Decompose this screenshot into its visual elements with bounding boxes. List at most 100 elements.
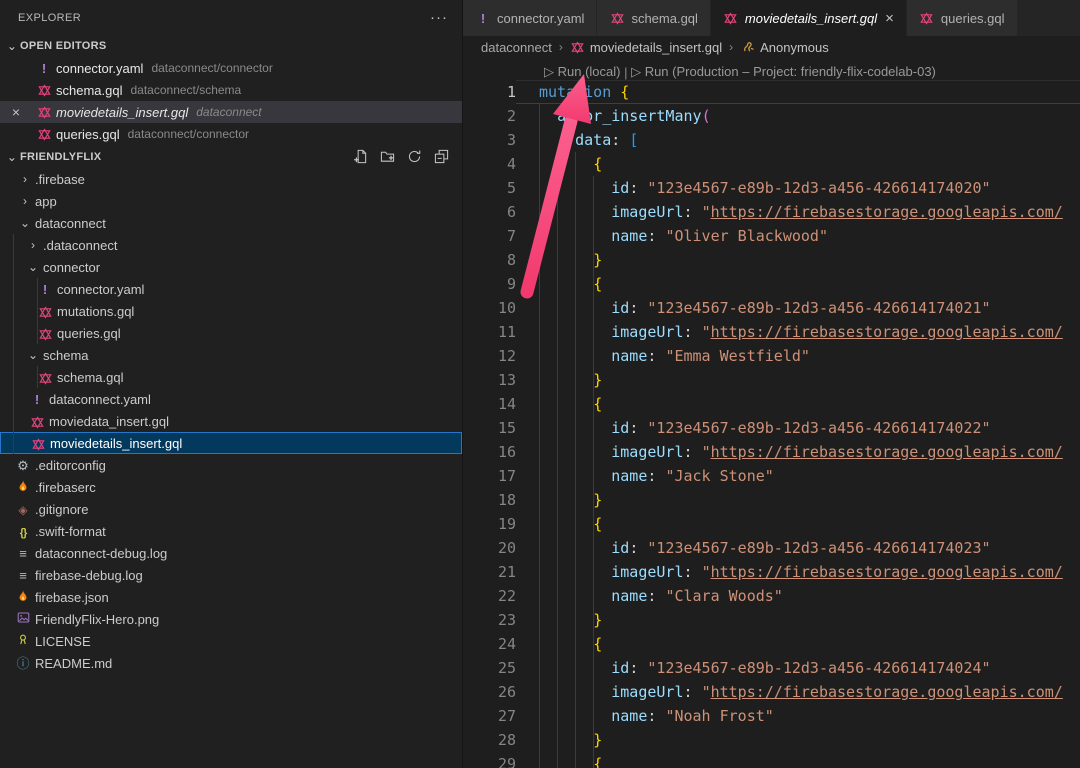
code-line[interactable]: 2 actor_insertMany(	[463, 104, 1080, 128]
run-local-link[interactable]: ▷ Run (local)	[544, 64, 620, 80]
url-link[interactable]: https://firebasestorage.googleapis.com/	[711, 683, 1063, 701]
tab-schema-gql[interactable]: schema.gql	[597, 0, 710, 36]
tree-item-connector-yaml[interactable]: !connector.yaml	[0, 278, 462, 300]
line-number: 8	[463, 248, 516, 272]
tree-item--editorconfig[interactable]: ⚙.editorconfig	[0, 454, 462, 476]
url-link[interactable]: https://firebasestorage.googleapis.com/	[711, 203, 1063, 221]
open-editor-item[interactable]: schema.gqldataconnect/schema	[0, 79, 462, 101]
code-editor[interactable]: ▷ Run (local) | ▷ Run (Production – Proj…	[463, 58, 1080, 768]
tree-item-label: FriendlyFlix-Hero.png	[35, 612, 159, 627]
refresh-icon[interactable]	[405, 148, 423, 166]
code-line[interactable]: 22 name: "Clara Woods"	[463, 584, 1080, 608]
line-content: id: "123e4567-e89b-12d3-a456-42661417402…	[516, 416, 1080, 440]
tree-item--gitignore[interactable]: ◈.gitignore	[0, 498, 462, 520]
code-line[interactable]: 5 id: "123e4567-e89b-12d3-a456-426614174…	[463, 176, 1080, 200]
code-line[interactable]: 25 id: "123e4567-e89b-12d3-a456-42661417…	[463, 656, 1080, 680]
tree-item-app[interactable]: ›app	[0, 190, 462, 212]
code-line[interactable]: 9 {	[463, 272, 1080, 296]
tab-label: connector.yaml	[497, 11, 584, 26]
breadcrumb-item[interactable]: Anonymous	[740, 40, 829, 55]
tree-item-schema[interactable]: ⌄schema	[0, 344, 462, 366]
tree-item-readme-md[interactable]: ⓘREADME.md	[0, 652, 462, 674]
yaml-warning-icon: !	[36, 62, 52, 75]
tree-item-firebase-json[interactable]: firebase.json	[0, 586, 462, 608]
project-root-header[interactable]: ⌄ FRIENDLYFLIX	[0, 145, 462, 168]
url-link[interactable]: https://firebasestorage.googleapis.com/	[711, 323, 1063, 341]
code-line[interactable]: 23 }	[463, 608, 1080, 632]
tree-item-dataconnect-debug-log[interactable]: ≡dataconnect-debug.log	[0, 542, 462, 564]
breadcrumb-item[interactable]: moviedetails_insert.gql	[570, 40, 722, 55]
line-number: 7	[463, 224, 516, 248]
code-line[interactable]: 10 id: "123e4567-e89b-12d3-a456-42661417…	[463, 296, 1080, 320]
line-content: imageUrl: "https://firebasestorage.googl…	[516, 680, 1080, 704]
close-icon[interactable]: ×	[8, 104, 24, 120]
tree-item-moviedetails-insert-gql[interactable]: moviedetails_insert.gql	[0, 432, 462, 454]
open-editor-name: queries.gql	[56, 127, 120, 142]
tab-queries-gql[interactable]: queries.gql	[907, 0, 1018, 36]
code-line[interactable]: 16 imageUrl: "https://firebasestorage.go…	[463, 440, 1080, 464]
code-line[interactable]: 27 name: "Noah Frost"	[463, 704, 1080, 728]
tree-item-dataconnect[interactable]: ⌄dataconnect	[0, 212, 462, 234]
code-line[interactable]: 28 }	[463, 728, 1080, 752]
close-icon[interactable]: ×	[885, 10, 894, 27]
tree-item-mutations-gql[interactable]: mutations.gql	[0, 300, 462, 322]
code-line[interactable]: 1mutation {	[463, 80, 1080, 104]
url-link[interactable]: https://firebasestorage.googleapis.com/	[711, 443, 1063, 461]
tab-moviedetails-insert-gql[interactable]: moviedetails_insert.gql×	[711, 0, 907, 36]
open-editor-item[interactable]: queries.gqldataconnect/connector	[0, 123, 462, 145]
tree-item-license[interactable]: LICENSE	[0, 630, 462, 652]
tree-item-friendlyflix-hero-png[interactable]: FriendlyFlix-Hero.png	[0, 608, 462, 630]
tab-connector-yaml[interactable]: !connector.yaml	[463, 0, 597, 36]
code-line[interactable]: 29 {	[463, 752, 1080, 768]
code-line[interactable]: 17 name: "Jack Stone"	[463, 464, 1080, 488]
yaml-warning-icon: !	[29, 393, 45, 406]
new-folder-icon[interactable]	[378, 148, 396, 166]
code-line[interactable]: 26 imageUrl: "https://firebasestorage.go…	[463, 680, 1080, 704]
open-editor-item[interactable]: ×moviedetails_insert.gqldataconnect	[0, 101, 462, 123]
code-line[interactable]: 7 name: "Oliver Blackwood"	[463, 224, 1080, 248]
code-line[interactable]: 8 }	[463, 248, 1080, 272]
tree-indent-guide	[37, 278, 38, 344]
code-line[interactable]: 6 imageUrl: "https://firebasestorage.goo…	[463, 200, 1080, 224]
code-line[interactable]: 18 }	[463, 488, 1080, 512]
code-line[interactable]: 12 name: "Emma Westfield"	[463, 344, 1080, 368]
code-line[interactable]: 4 {	[463, 152, 1080, 176]
code-line[interactable]: 19 {	[463, 512, 1080, 536]
tree-item--firebase[interactable]: ›.firebase	[0, 168, 462, 190]
tree-item-label: app	[35, 194, 57, 209]
open-editors-header[interactable]: ⌄ OPEN EDITORS	[0, 35, 462, 57]
collapse-all-icon[interactable]	[432, 148, 450, 166]
tree-item-firebase-debug-log[interactable]: ≡firebase-debug.log	[0, 564, 462, 586]
code-line[interactable]: 24 {	[463, 632, 1080, 656]
line-content: }	[516, 488, 1080, 512]
graphql-icon	[919, 11, 935, 24]
code-line[interactable]: 14 {	[463, 392, 1080, 416]
open-editor-item[interactable]: !connector.yamldataconnect/connector	[0, 57, 462, 79]
new-file-icon[interactable]	[351, 148, 369, 166]
more-actions-icon[interactable]: ···	[430, 9, 448, 26]
code-line[interactable]: 15 id: "123e4567-e89b-12d3-a456-42661417…	[463, 416, 1080, 440]
code-line[interactable]: 11 imageUrl: "https://firebasestorage.go…	[463, 320, 1080, 344]
tree-item-queries-gql[interactable]: queries.gql	[0, 322, 462, 344]
tree-item-dataconnect-yaml[interactable]: !dataconnect.yaml	[0, 388, 462, 410]
tree-item--firebaserc[interactable]: .firebaserc	[0, 476, 462, 498]
line-number: 23	[463, 608, 516, 632]
breadcrumb-item[interactable]: dataconnect	[481, 40, 552, 55]
tree-item-moviedata-insert-gql[interactable]: moviedata_insert.gql	[0, 410, 462, 432]
tree-item-label: moviedetails_insert.gql	[50, 436, 182, 451]
code-line[interactable]: 20 id: "123e4567-e89b-12d3-a456-42661417…	[463, 536, 1080, 560]
code-line[interactable]: 3 data: [	[463, 128, 1080, 152]
code-line[interactable]: 21 imageUrl: "https://firebasestorage.go…	[463, 560, 1080, 584]
open-editors-label: OPEN EDITORS	[20, 40, 107, 52]
tree-item--swift-format[interactable]: {}.swift-format	[0, 520, 462, 542]
url-link[interactable]: https://firebasestorage.googleapis.com/	[711, 563, 1063, 581]
run-production-link[interactable]: ▷ Run (Production – Project: friendly-fl…	[631, 64, 936, 80]
tree-item--dataconnect[interactable]: ›.dataconnect	[0, 234, 462, 256]
tree-item-connector[interactable]: ⌄connector	[0, 256, 462, 278]
line-number: 27	[463, 704, 516, 728]
code-line[interactable]: 13 }	[463, 368, 1080, 392]
tree-item-schema-gql[interactable]: schema.gql	[0, 366, 462, 388]
chevron-right-icon: ›	[26, 238, 40, 252]
chevron-down-icon: ⌄	[18, 216, 32, 230]
line-number: 2	[463, 104, 516, 128]
